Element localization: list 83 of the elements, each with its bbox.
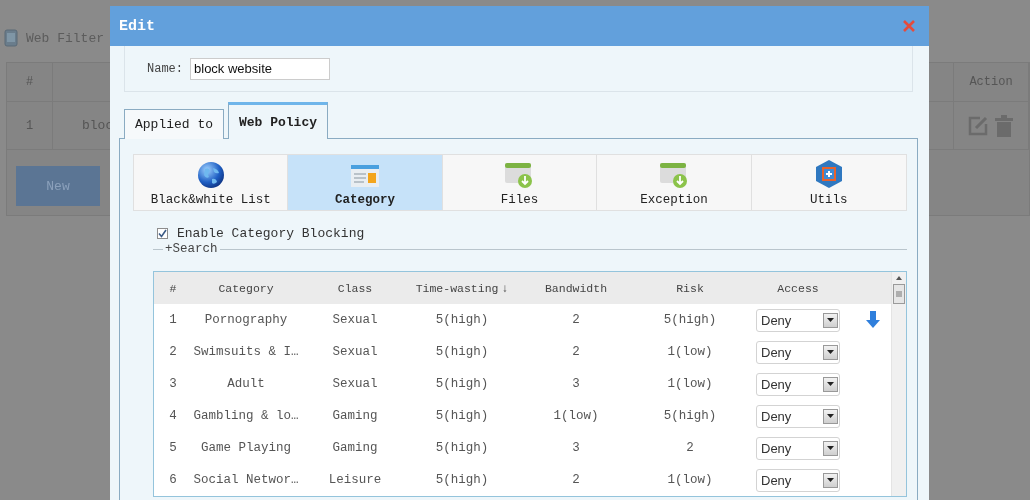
table-cell-text: 3 — [168, 377, 178, 391]
tab[interactable]: Web Policy — [228, 102, 329, 139]
download-box-icon — [504, 161, 535, 189]
table-cell-text: Pornography — [203, 313, 289, 327]
name-label: Name: — [147, 61, 183, 76]
access-dropdown[interactable]: Deny — [756, 372, 840, 396]
hexagon-plus-icon — [814, 159, 843, 189]
column-header: # — [168, 281, 178, 295]
caret-icon — [827, 446, 834, 450]
table-cell-text: Sexual — [331, 377, 379, 391]
trash-icon[interactable] — [994, 114, 1014, 137]
column-header: Time-wasting ↓ — [414, 281, 510, 295]
close-icon[interactable] — [903, 20, 915, 32]
document-icon — [4, 29, 18, 47]
table-cell-text: 5(high) — [434, 313, 490, 327]
scroll-up-icon[interactable] — [896, 276, 902, 280]
table-cell-text: 1(low) — [552, 409, 600, 423]
access-dropdown[interactable]: Deny — [756, 340, 840, 364]
caret-icon — [827, 414, 834, 418]
column-header: Class — [336, 281, 374, 295]
section-tab[interactable]: Utils — [751, 155, 906, 210]
table-cell-text: 1(low) — [666, 473, 714, 487]
table-cell-text: Game Playing — [200, 441, 292, 455]
table-cell-text: Sexual — [331, 345, 379, 359]
download-box-icon — [658, 161, 689, 189]
table-cell-text: Gaming — [331, 409, 379, 423]
table-cell-text: 5(high) — [434, 345, 490, 359]
column-header: Bandwidth — [543, 281, 609, 295]
dialog-title: Edit — [119, 17, 155, 35]
section-tab[interactable]: Exception — [597, 155, 752, 210]
access-dropdown[interactable]: Deny — [756, 308, 840, 332]
table-cell-text: 1(low) — [666, 377, 714, 391]
caret-icon — [827, 382, 834, 386]
section-tab[interactable]: Category — [288, 155, 443, 210]
table-cell-text: 2 — [168, 345, 178, 359]
checkbox-label: Enable Category Blocking — [177, 225, 365, 241]
sort-arrow[interactable]: ↓ — [501, 281, 509, 295]
table-cell-text: 5 — [168, 441, 178, 455]
table-cell-text: 6 — [168, 473, 178, 487]
table-cell-text: 1 — [168, 313, 178, 327]
section-tab[interactable]: Black&white List — [134, 155, 289, 210]
tab[interactable]: Applied to — [124, 109, 224, 139]
column-header: Access — [776, 281, 820, 295]
caret-icon — [827, 318, 834, 322]
access-dropdown[interactable]: Deny — [756, 468, 840, 492]
table-cell-text: 2 — [571, 345, 581, 359]
search-toggle[interactable]: +Search — [163, 242, 220, 256]
column-header: Risk — [675, 281, 705, 295]
access-dropdown[interactable]: Deny — [756, 404, 840, 428]
table-cell-text: Adult — [226, 377, 266, 391]
table-cell-text: 3 — [571, 441, 581, 455]
table-cell-text: 2 — [571, 473, 581, 487]
column-header: Category — [217, 281, 275, 295]
table-cell-text: 1(low) — [666, 345, 714, 359]
table-cell-text: Gaming — [331, 441, 379, 455]
caret-icon — [827, 478, 834, 482]
table-cell-text: 5(high) — [434, 409, 490, 423]
checkbox[interactable] — [157, 227, 168, 239]
table-cell-text: 5(high) — [662, 409, 718, 423]
access-dropdown[interactable]: Deny — [756, 436, 840, 460]
table-cell-text: 3 — [571, 377, 581, 391]
grip-icon[interactable] — [896, 291, 902, 297]
column-header: # — [7, 63, 53, 101]
scrollbar[interactable] — [891, 272, 906, 496]
table-cell-text: 5(high) — [434, 473, 490, 487]
table-cell-text: 4 — [168, 409, 178, 423]
table-cell: Social Networ… — [192, 473, 300, 487]
globe-icon — [196, 161, 225, 189]
table-cell-text: Leisure — [327, 473, 383, 487]
move-down-icon[interactable] — [865, 311, 880, 329]
caret-icon — [827, 350, 834, 354]
table-cell-text: 5(high) — [434, 377, 490, 391]
table-cell-text: 2 — [685, 441, 695, 455]
table-cell: Gambling & lo… — [192, 409, 300, 423]
table-cell-text: Sexual — [331, 313, 379, 327]
edit-icon[interactable] — [968, 115, 988, 136]
section-tab[interactable]: Files — [442, 155, 598, 210]
table-cell: Swimsuits & I… — [192, 345, 300, 359]
table-cell-text: 5(high) — [434, 441, 490, 455]
table-cell-text: 5(high) — [662, 313, 718, 327]
card-icon — [350, 163, 381, 189]
table-cell-text: 2 — [571, 313, 581, 327]
name-field[interactable]: block website — [190, 57, 330, 80]
